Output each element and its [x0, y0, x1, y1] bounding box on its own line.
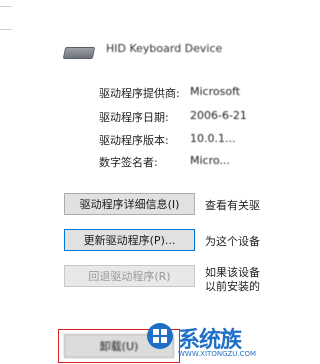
provider-value: Microsoft [190, 85, 241, 98]
date-label: 驱动程序日期: [99, 111, 169, 124]
date-value: 2006-6-21 [190, 109, 247, 122]
windows-logo-icon [147, 323, 173, 349]
version-label: 驱动程序版本: [99, 134, 169, 147]
divider [0, 29, 12, 30]
rollback-driver-button[interactable]: 回退驱动程序(R) [64, 265, 195, 287]
signer-value: Micro... [190, 154, 230, 167]
watermark-logo: 系统族 WWW.XITONGZU.COM [140, 314, 256, 364]
keyboard-icon [62, 47, 96, 59]
provider-label: 驱动程序提供商: [99, 87, 180, 100]
driver-details-desc: 查看有关驱 [205, 199, 260, 212]
device-name: HID Keyboard Device [106, 42, 223, 55]
signer-label: 数字签名者: [99, 156, 158, 169]
driver-details-button[interactable]: 驱动程序详细信息(I) [64, 193, 195, 215]
version-value: 10.0.1... [190, 132, 236, 145]
rollback-desc-line2: 以前安装的 [205, 280, 260, 293]
update-driver-button[interactable]: 更新驱动程序(P)... [64, 229, 195, 251]
update-driver-desc: 为这个设备 [205, 235, 260, 248]
watermark-url: WWW.XITONGZU.COM [178, 350, 257, 358]
divider [0, 6, 12, 7]
